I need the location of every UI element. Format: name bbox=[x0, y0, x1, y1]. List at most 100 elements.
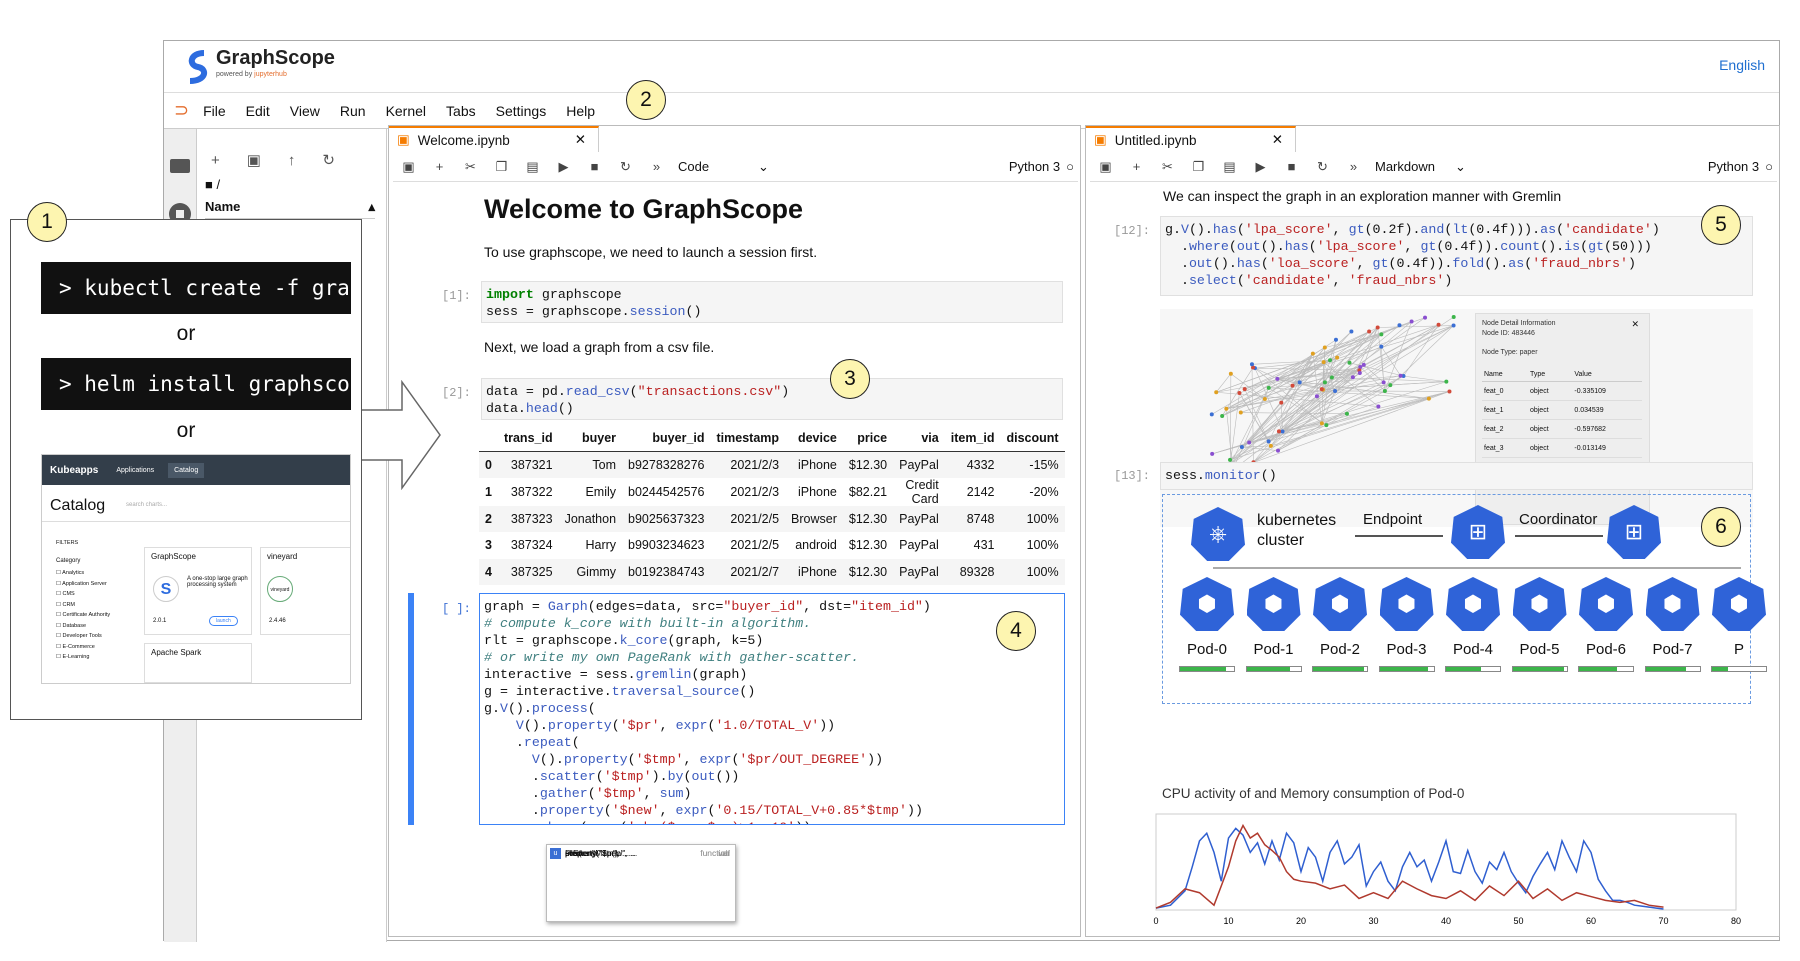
filebrowser-toolbar[interactable]: +▣↑↻ bbox=[211, 151, 362, 169]
autocomplete-item[interactable]: u PIE(... udf bbox=[550, 847, 730, 860]
chart-card-graphscope[interactable]: GraphScope S A one-stop large graph proc… bbox=[144, 547, 252, 635]
fast-forward-icon[interactable]: » bbox=[1338, 159, 1369, 174]
chevron-down-icon[interactable]: ⌄ bbox=[758, 159, 769, 175]
nav-catalog[interactable]: Catalog bbox=[168, 462, 205, 478]
intro-text: To use graphscope, we need to launch a s… bbox=[484, 244, 818, 260]
name-column-header[interactable]: Name ▴ bbox=[205, 199, 375, 219]
category-item[interactable]: ☐ Certificate Authority bbox=[56, 610, 110, 621]
table-cell: 1 bbox=[485, 484, 492, 499]
category-item[interactable]: ☐ Application Server bbox=[56, 579, 110, 590]
cut-icon[interactable]: ✂ bbox=[1152, 159, 1183, 175]
run-icon[interactable]: ▶ bbox=[1245, 159, 1276, 175]
pod-icon: ⬢ bbox=[1512, 577, 1567, 631]
tab-welcome[interactable]: ▣ Welcome.ipynb ✕ bbox=[389, 126, 599, 152]
cell-type-select[interactable]: Code bbox=[678, 159, 758, 174]
language-link[interactable]: English bbox=[1719, 57, 1765, 73]
menu-kernel[interactable]: Kernel bbox=[386, 103, 426, 119]
graph-node bbox=[1333, 337, 1338, 342]
category-item[interactable]: ☐ E-Commerce bbox=[56, 642, 110, 653]
graph-node bbox=[1398, 373, 1403, 378]
menu-settings[interactable]: Settings bbox=[496, 103, 547, 119]
breadcrumb[interactable]: ■ / bbox=[205, 177, 220, 192]
copy-icon[interactable]: ❐ bbox=[486, 159, 517, 175]
graph-node bbox=[1423, 315, 1428, 320]
menu-edit[interactable]: Edit bbox=[246, 103, 270, 119]
pod[interactable]: ⬢ P bbox=[1709, 577, 1769, 672]
kernel-name[interactable]: Python 3 bbox=[1708, 159, 1759, 174]
table-row: feat_2 object -0.597682 bbox=[1482, 419, 1642, 439]
pod[interactable]: ⬢ Pod-0 bbox=[1177, 577, 1237, 672]
run-icon[interactable]: ▶ bbox=[548, 159, 579, 175]
add-cell-icon[interactable]: + bbox=[1121, 159, 1152, 174]
kubeapps-screenshot: Kubeapps Applications Catalog Catalog se… bbox=[41, 454, 351, 684]
category-item[interactable]: ☐ CMS bbox=[56, 589, 110, 600]
pod[interactable]: ⬢ Pod-7 bbox=[1643, 577, 1703, 672]
pod[interactable]: ⬢ Pod-3 bbox=[1377, 577, 1437, 672]
folder-icon[interactable] bbox=[170, 159, 190, 173]
copy-icon[interactable]: ❐ bbox=[1183, 159, 1214, 175]
table-cell: Browser bbox=[785, 505, 843, 532]
catalog-search[interactable]: search charts... bbox=[126, 502, 167, 508]
pod-load-bar bbox=[1245, 666, 1302, 672]
monitor-code-cell[interactable]: sess.monitor() bbox=[1160, 462, 1753, 490]
paste-icon[interactable]: ▤ bbox=[1214, 159, 1245, 175]
cpu-memory-chart: 0 10 20 30 40 50 60 70 80 bbox=[1153, 813, 1741, 926]
add-cell-icon[interactable]: + bbox=[424, 159, 455, 174]
graph-node bbox=[1379, 344, 1384, 349]
category-item[interactable]: ☐ Database bbox=[56, 621, 110, 632]
paste-icon[interactable]: ▤ bbox=[517, 159, 548, 175]
table-cell: -0.597682 bbox=[1572, 419, 1642, 439]
nav-applications[interactable]: Applications bbox=[116, 467, 154, 474]
pod[interactable]: ⬢ Pod-1 bbox=[1244, 577, 1304, 672]
launch-button[interactable]: launch bbox=[209, 616, 238, 626]
category-item[interactable]: ☐ CRM bbox=[56, 600, 110, 611]
save-icon[interactable]: ▣ bbox=[393, 159, 424, 175]
kernel-name[interactable]: Python 3 bbox=[1009, 159, 1060, 174]
code-cell-4[interactable]: graph = Garph(edges=data, src="buyer_id"… bbox=[479, 593, 1065, 825]
pod-name: Pod-1 bbox=[1253, 641, 1294, 658]
tab-untitled[interactable]: ▣ Untitled.ipynb ✕ bbox=[1086, 126, 1296, 152]
menu-run[interactable]: Run bbox=[340, 103, 366, 119]
category-item[interactable]: ☐ Analytics bbox=[56, 568, 110, 579]
cell-type-select[interactable]: Markdown bbox=[1375, 159, 1455, 174]
table-cell: 387323 bbox=[497, 505, 559, 532]
category-item[interactable]: ☐ Developer Tools bbox=[56, 631, 110, 642]
table-cell: Harry bbox=[585, 538, 617, 553]
code-cell-1[interactable]: import graphscope sess = graphscope.sess… bbox=[481, 281, 1063, 323]
table-row: feat_0 object -0.335109 bbox=[1482, 381, 1642, 401]
stop-icon[interactable]: ■ bbox=[1276, 159, 1307, 174]
save-icon[interactable]: ▣ bbox=[1090, 159, 1121, 175]
chevron-down-icon[interactable]: ⌄ bbox=[1455, 159, 1466, 175]
pod-name: Pod-0 bbox=[1186, 641, 1228, 658]
graph-node bbox=[1228, 371, 1233, 376]
stop-icon[interactable]: ■ bbox=[579, 159, 610, 174]
graph-node bbox=[1375, 325, 1380, 330]
table-cell: 431 bbox=[973, 538, 995, 553]
x-tick-label: 20 bbox=[1296, 916, 1306, 926]
table-cell: 2021/2/3 bbox=[710, 451, 786, 478]
restart-icon[interactable]: ↻ bbox=[610, 159, 641, 175]
chart-card-vineyard[interactable]: vineyard vineyard 2.4.46 bbox=[260, 547, 350, 635]
close-icon[interactable]: ✕ bbox=[1631, 319, 1639, 330]
code-cell-2[interactable]: data = pd.read_csv("transactions.csv") d… bbox=[481, 378, 1063, 420]
gremlin-code-cell[interactable]: g.V().has('lpa_score', gt(0.2f).and(lt(0… bbox=[1160, 216, 1753, 296]
table-cell: PayPal bbox=[893, 558, 945, 585]
restart-icon[interactable]: ↻ bbox=[1307, 159, 1338, 175]
pod[interactable]: ⬢ Pod-5 bbox=[1510, 577, 1570, 672]
menu-view[interactable]: View bbox=[290, 103, 320, 119]
pod[interactable]: ⬢ Pod-6 bbox=[1576, 577, 1636, 672]
cut-icon[interactable]: ✂ bbox=[455, 159, 486, 175]
graph-node bbox=[1426, 396, 1431, 401]
category-item[interactable]: ☐ E-Learning bbox=[56, 652, 110, 663]
fast-forward-icon[interactable]: » bbox=[641, 159, 672, 174]
chart-card-spark[interactable]: Apache Spark bbox=[144, 643, 252, 683]
kernel-status-icon: ○ bbox=[1066, 159, 1074, 174]
jupyter-icon: ⊃ bbox=[174, 100, 190, 120]
menu-file[interactable]: File bbox=[203, 103, 226, 119]
x-tick-label: 60 bbox=[1586, 916, 1596, 926]
pod[interactable]: ⬢ Pod-4 bbox=[1443, 577, 1503, 672]
menu-tabs[interactable]: Tabs bbox=[446, 103, 476, 119]
pod[interactable]: ⬢ Pod-2 bbox=[1310, 577, 1370, 672]
menu-help[interactable]: Help bbox=[566, 103, 595, 119]
graph-node bbox=[1382, 388, 1387, 393]
